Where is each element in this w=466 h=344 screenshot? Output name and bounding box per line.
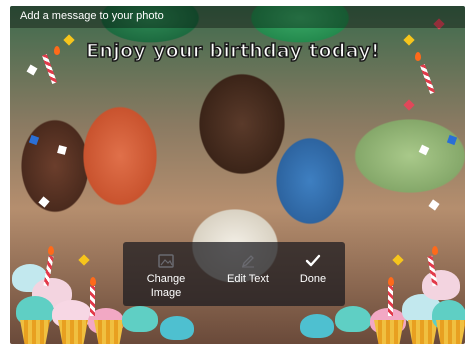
flame-decoration <box>415 52 421 61</box>
done-label: Done <box>299 273 327 285</box>
change-image-label: Change Image <box>146 273 186 299</box>
birthday-message-text[interactable]: Enjoy your birthday today! <box>78 39 388 63</box>
photo-canvas[interactable]: Add a message to your photo Enjoy your b… <box>10 6 465 344</box>
done-button[interactable]: Done <box>283 242 343 306</box>
edit-toolbar: Change Image Edit Text Done <box>123 242 345 306</box>
change-image-button[interactable]: Change Image <box>131 242 201 306</box>
checkmark-icon <box>305 254 321 267</box>
pencil-icon <box>241 255 254 268</box>
flame-decoration <box>54 46 60 55</box>
photo-icon <box>158 254 174 268</box>
instruction-text: Add a message to your photo <box>20 10 164 22</box>
edit-text-label: Edit Text <box>227 273 269 285</box>
instruction-bar: Add a message to your photo <box>10 6 465 28</box>
edit-text-button[interactable]: Edit Text <box>211 242 285 306</box>
